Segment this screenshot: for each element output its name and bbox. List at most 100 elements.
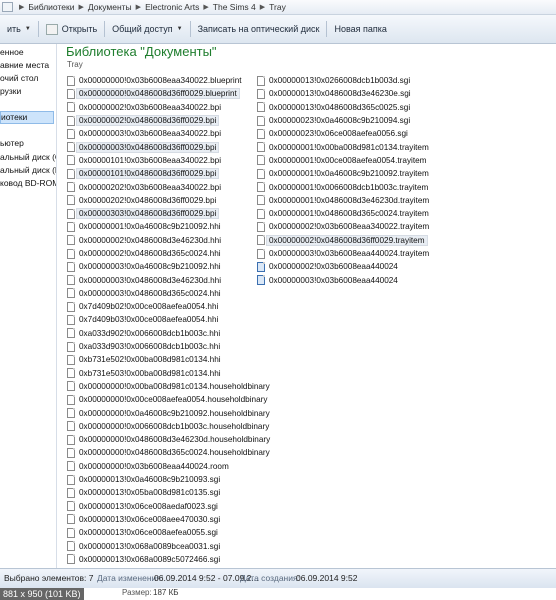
file-icon: [67, 168, 75, 179]
file-item[interactable]: 0xa033d903!0x0066008dcb1b003c.hhi: [67, 340, 270, 353]
file-item[interactable]: 0x00000001!0x0066008dcb1b003c.trayitem: [257, 180, 429, 193]
nav-item-disk-d[interactable]: альный диск (D: [0, 165, 56, 175]
chevron-right-icon[interactable]: ▶: [136, 3, 141, 11]
file-name: 0x00000000!0x0a46008c9b210092.householdb…: [79, 408, 270, 418]
file-item[interactable]: 0x00000001!0x0486008d365c0024.trayitem: [257, 207, 429, 220]
file-item[interactable]: 0x00000002!0x03b6008eaa340022.trayitem: [257, 220, 429, 233]
file-item[interactable]: 0xb731e503!0x00ba008d981c0134.hhi: [67, 367, 270, 380]
file-item[interactable]: 0x00000101!0x0486008d36ff0029.bpi: [67, 167, 270, 180]
file-item[interactable]: 0x00000013!0x06ce008aee470030.sgi: [67, 513, 270, 526]
file-item[interactable]: 0x00000000!0x0486008d365c0024.householdb…: [67, 446, 270, 459]
file-item[interactable]: 0x00000013!0x05ba008d981c0135.sgi: [67, 486, 270, 499]
created-value: 06.09.2014 9:52: [296, 573, 358, 583]
file-item[interactable]: 0x00000000!0x0066008dcb1b003c.householdb…: [67, 420, 270, 433]
breadcrumb-electronic-arts[interactable]: Electronic Arts: [145, 2, 199, 12]
file-item[interactable]: 0x00000000!0x0486008d36ff0029.blueprint: [67, 87, 270, 100]
file-icon: [67, 208, 75, 219]
file-item[interactable]: 0x00000003!0x0486008d365c0024.hhi: [67, 287, 270, 300]
file-item[interactable]: 0x00000013!0x068a0089bcea0031.sgi: [67, 539, 270, 552]
breadcrumb-documents[interactable]: Документы: [88, 2, 132, 12]
file-name: 0x00000013!0x068a0089c5072466.sgi: [79, 554, 221, 564]
file-icon: [67, 75, 75, 86]
details-pane: Выбрано элементов: 7 Дата изменения: 06.…: [0, 568, 556, 589]
size-value: 187 КБ: [153, 588, 179, 597]
file-name: 0x00000001!0x0a46008c9b210092.hhi: [79, 222, 221, 232]
file-item[interactable]: 0x00000002!0x03b6008eaa440024: [257, 260, 429, 273]
file-item[interactable]: 0x00000001!0x0a46008c9b210092.trayitem: [257, 167, 429, 180]
nav-item-recent-places[interactable]: авние места: [0, 60, 49, 70]
burn-button[interactable]: Записать на оптический диск: [191, 18, 327, 40]
new-folder-button[interactable]: Новая папка: [327, 18, 393, 40]
file-icon: [67, 155, 75, 166]
share-button[interactable]: Общий доступ ▼: [105, 18, 189, 40]
nav-item-desktop[interactable]: очий стол: [0, 73, 38, 83]
image-info-bar: 881 x 950 (101 KB) Размер: 187 КБ: [0, 588, 556, 600]
file-item[interactable]: 0x00000002!0x0486008d365c0024.hhi: [67, 247, 270, 260]
file-item[interactable]: 0x00000000!0x00ce008aefea0054.householdb…: [67, 393, 270, 406]
file-item[interactable]: 0x00000013!0x06ce008aefea0055.sgi: [67, 526, 270, 539]
file-item[interactable]: 0x00000003!0x0486008d36ff0029.bpi: [67, 140, 270, 153]
file-icon: [67, 527, 75, 538]
file-icon: [67, 408, 75, 419]
file-item[interactable]: 0x00000013!0x068a0089c5072466.sgi: [67, 553, 270, 566]
file-name: 0xb731e503!0x00ba008d981c0134.hhi: [79, 368, 221, 378]
file-item[interactable]: 0x00000202!0x0486008d36ff0029.bpi: [67, 194, 270, 207]
file-item[interactable]: 0x00000023!0x0a46008c9b210094.sgi: [257, 114, 429, 127]
file-item[interactable]: 0x00000013!0x0266008dcb1b003d.sgi: [257, 74, 429, 87]
file-item[interactable]: 0x00000023!0x06ce008aefea0056.sgi: [257, 127, 429, 140]
file-item[interactable]: 0x00000000!0x0a46008c9b210092.householdb…: [67, 406, 270, 419]
file-name: 0x00000002!0x0486008d36ff0029.trayitem: [266, 234, 428, 246]
file-icon: [67, 115, 75, 126]
file-icon: [257, 221, 265, 232]
breadcrumb: ▶ Библиотеки ▶ Документы ▶ Electronic Ar…: [0, 0, 556, 15]
file-item[interactable]: 0x00000101!0x03b6008eaa340022.bpi: [67, 154, 270, 167]
breadcrumb-libraries[interactable]: Библиотеки: [28, 2, 74, 12]
nav-item-computer[interactable]: ьютер: [0, 138, 24, 148]
file-name: 0x00000002!0x03b6008eaa340022.trayitem: [269, 222, 430, 232]
file-item[interactable]: 0x00000002!0x0486008d36ff0029.trayitem: [257, 234, 429, 247]
file-item[interactable]: 0x00000013!0x0486008d3e46230e.sgi: [257, 87, 429, 100]
file-item[interactable]: 0x00000000!0x03b6008eaa440024.room: [67, 460, 270, 473]
file-item[interactable]: 0x00000002!0x03b6008eaa340022.bpi: [67, 101, 270, 114]
breadcrumb-sims4[interactable]: The Sims 4: [213, 2, 256, 12]
file-item[interactable]: 0x00000001!0x00ce008aefea0054.trayitem: [257, 154, 429, 167]
breadcrumb-tray[interactable]: Tray: [269, 2, 286, 12]
file-item[interactable]: 0x00000001!0x00ba008d981c0134.trayitem: [257, 140, 429, 153]
file-list-area: Библиотека "Документы" Tray 0x00000000!0…: [57, 44, 556, 568]
file-item[interactable]: 0xb731e502!0x00ba008d981c0134.hhi: [67, 353, 270, 366]
nav-item-favorites[interactable]: енное: [0, 47, 24, 57]
file-item[interactable]: 0x00000303!0x0486008d36ff0029.bpi: [67, 207, 270, 220]
file-item[interactable]: 0x00000013!0x0a46008c9b210093.sgi: [67, 473, 270, 486]
file-item[interactable]: 0x00000013!0x0486008d365c0025.sgi: [257, 101, 429, 114]
chevron-right-icon[interactable]: ▶: [78, 3, 83, 11]
nav-item-disk-c[interactable]: альный диск (C: [0, 152, 56, 162]
file-item[interactable]: 0x00000001!0x0a46008c9b210092.hhi: [67, 220, 270, 233]
organize-button[interactable]: ить ▼: [0, 18, 38, 40]
file-name: 0x00000013!0x0486008d3e46230e.sgi: [269, 89, 411, 99]
file-item[interactable]: 0x00000000!0x0486008d3e46230d.householdb…: [67, 433, 270, 446]
file-item[interactable]: 0x00000002!0x0486008d36ff0029.bpi: [67, 114, 270, 127]
file-item[interactable]: 0x00000000!0x03b6008eaa340022.blueprint: [67, 74, 270, 87]
nav-item-downloads[interactable]: рузки: [0, 86, 21, 96]
file-name: 0x00000001!0x0a46008c9b210092.trayitem: [269, 169, 429, 179]
chevron-right-icon[interactable]: ▶: [203, 3, 208, 11]
file-item[interactable]: 0x00000003!0x03b6008eaa340022.bpi: [67, 127, 270, 140]
nav-item-libraries[interactable]: иотеки: [0, 111, 54, 124]
file-item[interactable]: 0x00000002!0x0486008d3e46230d.hhi: [67, 234, 270, 247]
open-button[interactable]: Открыть: [39, 18, 104, 40]
chevron-right-icon[interactable]: ▶: [19, 3, 24, 11]
file-item[interactable]: 0x00000202!0x03b6008eaa340022.bpi: [67, 180, 270, 193]
nav-item-bd-rom[interactable]: ковод BD-ROM: [0, 178, 56, 188]
file-item[interactable]: 0x7d409b03!0x00ce008aefea0054.hhi: [67, 313, 270, 326]
burn-label: Записать на оптический диск: [197, 24, 320, 34]
file-item[interactable]: 0x00000001!0x0486008d3e46230d.trayitem: [257, 194, 429, 207]
file-item[interactable]: 0x7d409b02!0x00ce008aefea0054.hhi: [67, 300, 270, 313]
chevron-right-icon[interactable]: ▶: [260, 3, 265, 11]
file-item[interactable]: 0x00000003!0x03b6008eaa440024: [257, 273, 429, 286]
file-item[interactable]: 0x00000003!0x0486008d3e46230d.hhi: [67, 273, 270, 286]
file-item[interactable]: 0x00000013!0x06ce008aedaf0023.sgi: [67, 500, 270, 513]
file-item[interactable]: 0x00000003!0x03b6008eaa440024.trayitem: [257, 247, 429, 260]
file-item[interactable]: 0xa033d902!0x0066008dcb1b003c.hhi: [67, 327, 270, 340]
file-item[interactable]: 0x00000003!0x0a46008c9b210092.hhi: [67, 260, 270, 273]
file-item[interactable]: 0x00000000!0x00ba008d981c0134.householdb…: [67, 380, 270, 393]
